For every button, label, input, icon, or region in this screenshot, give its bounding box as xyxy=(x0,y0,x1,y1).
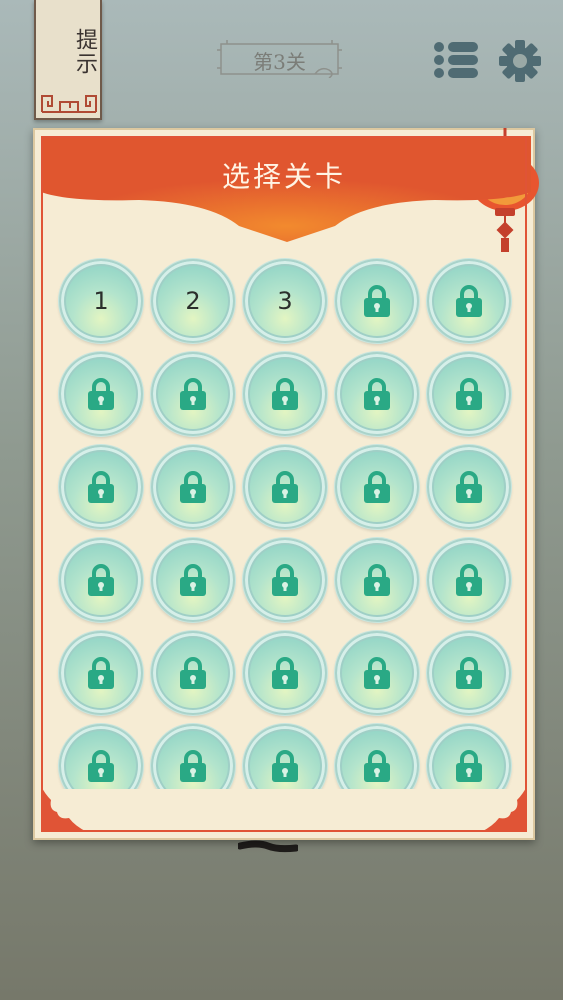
gear-icon[interactable] xyxy=(497,40,543,82)
lock-icon xyxy=(88,471,114,503)
locked-level-button[interactable] xyxy=(427,724,511,789)
level-label: 第3关 xyxy=(253,50,306,74)
lock-icon xyxy=(180,657,206,689)
lock-icon xyxy=(456,657,482,689)
lock-icon xyxy=(180,564,206,596)
lock-icon xyxy=(272,564,298,596)
level-button[interactable]: 3 xyxy=(243,259,327,343)
level-indicator: 第3关 xyxy=(217,40,342,78)
locked-level-button[interactable] xyxy=(151,445,235,529)
level-button[interactable]: 2 xyxy=(151,259,235,343)
locked-level-button[interactable] xyxy=(59,631,143,715)
locked-level-button[interactable] xyxy=(335,538,419,622)
locked-level-button[interactable] xyxy=(151,724,235,789)
locked-level-button[interactable] xyxy=(427,259,511,343)
locked-level-button[interactable] xyxy=(427,445,511,529)
locked-level-button[interactable] xyxy=(427,352,511,436)
level-number: 2 xyxy=(185,287,201,315)
lock-icon xyxy=(180,750,206,782)
locked-level-button[interactable] xyxy=(335,445,419,529)
lock-icon xyxy=(272,378,298,410)
lock-icon xyxy=(88,750,114,782)
lock-icon xyxy=(364,750,390,782)
lock-icon xyxy=(456,564,482,596)
fret-pattern-icon xyxy=(41,95,97,113)
lock-icon xyxy=(456,378,482,410)
level-button[interactable]: 1 xyxy=(59,259,143,343)
hint-button[interactable]: 提示 xyxy=(34,0,102,120)
corner-ornament xyxy=(481,786,527,832)
lock-icon xyxy=(364,657,390,689)
locked-level-button[interactable] xyxy=(59,352,143,436)
list-icon[interactable] xyxy=(433,40,479,80)
locked-level-button[interactable] xyxy=(151,538,235,622)
lock-icon xyxy=(364,378,390,410)
lock-icon xyxy=(88,378,114,410)
level-grid-scroll[interactable]: 1 2 3 xyxy=(55,257,517,789)
locked-level-button[interactable] xyxy=(335,259,419,343)
corner-ornament xyxy=(41,786,87,832)
dialog-title: 选择关卡 xyxy=(221,160,346,193)
locked-level-button[interactable] xyxy=(243,352,327,436)
locked-level-button[interactable] xyxy=(243,538,327,622)
lock-icon xyxy=(456,750,482,782)
level-number: 1 xyxy=(93,287,109,315)
locked-level-button[interactable] xyxy=(243,724,327,789)
lock-icon xyxy=(180,378,206,410)
locked-level-button[interactable] xyxy=(151,352,235,436)
hint-label: 提示 xyxy=(72,28,97,76)
level-select-dialog: 选择关卡 1 2 3 xyxy=(33,128,535,840)
lock-icon xyxy=(364,285,390,317)
lock-icon xyxy=(364,471,390,503)
locked-level-button[interactable] xyxy=(59,445,143,529)
lock-icon xyxy=(456,471,482,503)
lock-icon xyxy=(364,564,390,596)
lock-icon xyxy=(272,657,298,689)
level-number: 3 xyxy=(277,287,293,315)
locked-level-button[interactable] xyxy=(335,352,419,436)
locked-level-button[interactable] xyxy=(243,445,327,529)
lock-icon xyxy=(272,750,298,782)
locked-level-button[interactable] xyxy=(335,724,419,789)
lock-icon xyxy=(180,471,206,503)
locked-level-button[interactable] xyxy=(151,631,235,715)
lock-icon xyxy=(272,471,298,503)
locked-level-button[interactable] xyxy=(427,631,511,715)
locked-level-button[interactable] xyxy=(427,538,511,622)
lock-icon xyxy=(88,657,114,689)
lock-icon xyxy=(88,564,114,596)
locked-level-button[interactable] xyxy=(335,631,419,715)
lock-icon xyxy=(456,285,482,317)
locked-level-button[interactable] xyxy=(59,724,143,789)
locked-level-button[interactable] xyxy=(243,631,327,715)
locked-level-button[interactable] xyxy=(59,538,143,622)
